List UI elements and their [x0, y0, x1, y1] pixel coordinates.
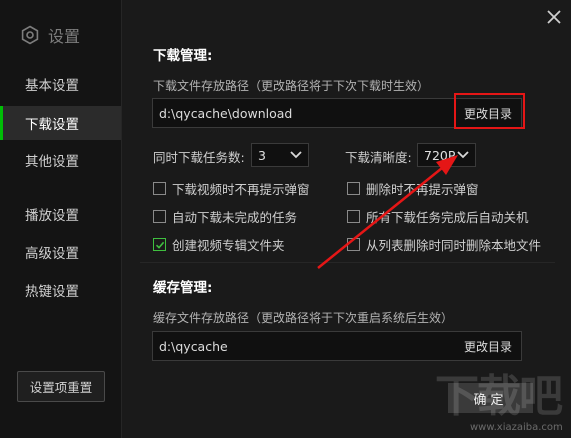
- cache-section-title: 缓存管理:: [153, 280, 213, 296]
- checkbox[interactable]: [347, 210, 360, 223]
- cache-path-description: 缓存文件存放路径（更改路径将于下次重启系统后生效）: [153, 311, 454, 325]
- concurrent-tasks-value: 3: [258, 147, 266, 163]
- option-no-popup-on-delete[interactable]: 删除时不再提示弹窗: [347, 179, 479, 198]
- option-shutdown-when-done[interactable]: 所有下载任务完成后自动关机: [347, 207, 529, 226]
- watermark-url: www.xiazaiba.com: [470, 422, 563, 433]
- change-download-dir-button[interactable]: 更改目录: [453, 99, 521, 127]
- concurrent-tasks-select[interactable]: 3: [251, 143, 309, 167]
- close-icon[interactable]: [545, 8, 563, 26]
- ok-button[interactable]: 确定: [448, 383, 533, 413]
- checkbox[interactable]: [347, 182, 360, 195]
- download-quality-select[interactable]: 720P: [417, 143, 476, 167]
- sidebar-item-hotkeys[interactable]: 热键设置: [0, 273, 121, 307]
- download-path-value: d:\qycache\download: [159, 105, 293, 121]
- change-cache-dir-button[interactable]: 更改目录: [455, 332, 521, 360]
- chevron-down-icon: [290, 151, 302, 159]
- download-path-description: 下载文件存放路径（更改路径将于下次下载时生效）: [153, 79, 430, 93]
- checkbox[interactable]: [153, 210, 166, 223]
- option-delete-local-files[interactable]: 从列表删除时同时删除本地文件: [347, 235, 541, 254]
- sidebar-title-text: 设置: [48, 27, 81, 46]
- download-quality-value: 720P: [424, 147, 456, 163]
- option-no-popup-on-download[interactable]: 下载视频时不再提示弹窗: [153, 179, 310, 198]
- sidebar-item-download[interactable]: 下载设置: [0, 106, 121, 140]
- sidebar-item-playback[interactable]: 播放设置: [0, 197, 121, 231]
- sidebar-item-label: 下载设置: [25, 117, 79, 133]
- sidebar-title: 设置: [20, 22, 80, 48]
- sidebar: 设置 基本设置 下载设置 其他设置 播放设置 高级设置 热键设置 设置项重置: [0, 0, 122, 438]
- sidebar-item-basic[interactable]: 基本设置: [0, 67, 121, 101]
- sidebar-item-other[interactable]: 其他设置: [0, 143, 121, 177]
- checkbox[interactable]: [347, 238, 360, 251]
- cache-path-field[interactable]: d:\qycache 更改目录: [152, 331, 522, 361]
- concurrent-tasks-label: 同时下载任务数:: [153, 150, 245, 165]
- checkbox[interactable]: [153, 182, 166, 195]
- settings-dialog: 设置 基本设置 下载设置 其他设置 播放设置 高级设置 热键设置 设置项重置 下…: [0, 0, 571, 438]
- settings-gear-icon: [21, 25, 39, 45]
- sidebar-item-label: 高级设置: [25, 246, 79, 262]
- option-label: 自动下载未完成的任务: [172, 210, 298, 225]
- download-section-title: 下载管理:: [153, 48, 213, 64]
- sidebar-item-label: 其他设置: [25, 154, 79, 170]
- checkmark-icon: [155, 241, 164, 249]
- download-path-field[interactable]: d:\qycache\download 更改目录: [152, 98, 522, 128]
- option-label: 创建视频专辑文件夹: [172, 238, 285, 253]
- sidebar-item-label: 基本设置: [25, 78, 79, 94]
- option-label: 所有下载任务完成后自动关机: [366, 210, 529, 225]
- sidebar-item-label: 热键设置: [25, 284, 79, 300]
- section-divider: [140, 262, 555, 263]
- cache-path-value: d:\qycache: [159, 338, 228, 354]
- chevron-down-icon: [457, 151, 469, 159]
- option-label: 从列表删除时同时删除本地文件: [366, 238, 542, 253]
- sidebar-item-label: 播放设置: [25, 208, 79, 224]
- sidebar-item-advanced[interactable]: 高级设置: [0, 235, 121, 269]
- download-quality-label: 下载清晰度:: [345, 150, 412, 165]
- option-label: 下载视频时不再提示弹窗: [172, 182, 310, 197]
- option-auto-download-unfinished[interactable]: 自动下载未完成的任务: [153, 207, 297, 226]
- reset-settings-button[interactable]: 设置项重置: [17, 371, 105, 402]
- option-label: 删除时不再提示弹窗: [366, 182, 479, 197]
- option-create-album-folder[interactable]: 创建视频专辑文件夹: [153, 235, 285, 254]
- checkbox-checked[interactable]: [153, 238, 166, 251]
